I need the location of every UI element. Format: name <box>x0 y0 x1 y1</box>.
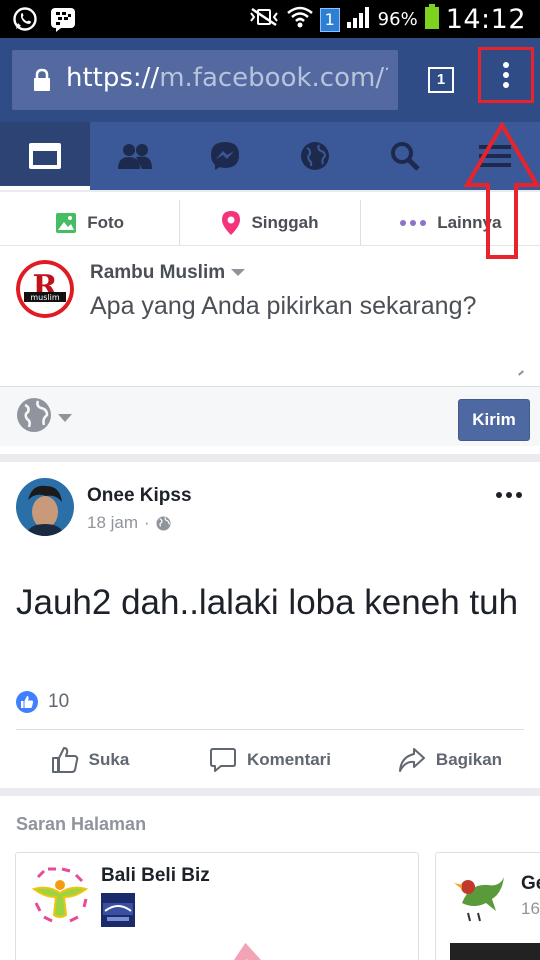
tab-friend-requests[interactable] <box>90 122 180 190</box>
post-time[interactable]: 18 jam <box>87 513 138 533</box>
tab-switcher-button[interactable]: 1 <box>428 67 454 93</box>
page-name[interactable]: Ge <box>521 873 540 895</box>
friends-icon <box>118 144 152 169</box>
search-icon <box>391 142 420 171</box>
comment-label: Komentari <box>246 750 332 769</box>
browser-menu-button[interactable] <box>478 47 534 103</box>
globe-icon <box>301 142 329 170</box>
whatsapp-icon <box>12 6 38 37</box>
more-dots-icon <box>400 219 427 226</box>
reaction-summary[interactable]: 10 <box>16 691 69 713</box>
annotation-arrow <box>464 122 540 259</box>
post-actions: Suka Komentari Bagikan <box>0 732 540 788</box>
comment-icon <box>209 748 236 772</box>
author-avatar[interactable] <box>16 478 74 536</box>
status-input[interactable]: Apa yang Anda pikirkan sekarang? <box>90 292 476 321</box>
cover-fragment <box>450 943 540 960</box>
comment-button[interactable]: Komentari <box>180 732 360 788</box>
composer-footer: Kirim <box>0 386 540 446</box>
page-likes: 16 <box>521 899 540 918</box>
signal-icon <box>346 5 372 34</box>
divider <box>16 729 524 730</box>
thumbs-up-icon <box>51 747 78 773</box>
menu-dot <box>503 62 509 68</box>
tab-news-feed[interactable] <box>0 122 90 190</box>
share-button[interactable]: Bagikan <box>360 732 540 788</box>
composer-actions: Foto Singgah Lainnya <box>0 200 540 246</box>
checkin-button[interactable]: Singgah <box>180 200 361 245</box>
page-suggestions: Saran Halaman Bali Beli Biz G 16 <box>0 796 540 960</box>
page-name[interactable]: Bali Beli Biz <box>101 865 210 887</box>
nfc-vibrate-icon <box>248 5 280 34</box>
globe-icon <box>17 398 51 432</box>
clock: 14:12 <box>445 4 526 35</box>
url-bar[interactable]: https://m.facebook.com/?_rdr <box>12 50 398 110</box>
bbm-icon <box>50 6 76 37</box>
more-dot <box>516 492 522 498</box>
lock-icon <box>32 68 52 97</box>
page-logo <box>448 863 512 927</box>
messenger-icon <box>211 142 239 170</box>
url-rest: m.facebook.com/?_rdr <box>159 63 388 93</box>
privacy-selector[interactable] <box>16 397 52 438</box>
feed-post: Onee Kipss 18 jam · Jauh2 dah..lalaki lo… <box>0 462 540 788</box>
news-feed-icon <box>29 143 61 169</box>
suggestions-title: Saran Halaman <box>16 814 147 834</box>
tab-notifications[interactable] <box>270 122 360 190</box>
menu-dot <box>503 82 509 88</box>
composer: Foto Singgah Lainnya R muslim Rambu Musl… <box>0 192 540 454</box>
photo-button[interactable]: Foto <box>0 200 181 245</box>
composer-user-name[interactable]: Rambu Muslim <box>90 262 246 284</box>
battery-icon <box>424 4 440 35</box>
url-text[interactable]: https://m.facebook.com/?_rdr <box>66 63 388 93</box>
page-thumbnail <box>101 893 135 927</box>
suggested-page-card[interactable]: Ge 16 <box>435 852 540 960</box>
author-name[interactable]: Onee Kipss <box>87 485 192 507</box>
wifi-icon <box>286 5 314 34</box>
like-button[interactable]: Suka <box>0 732 180 788</box>
tab-search[interactable] <box>360 122 450 190</box>
checkin-label: Singgah <box>251 212 319 232</box>
more-dot <box>506 492 512 498</box>
like-reaction-icon <box>16 691 38 713</box>
active-tab-indicator <box>0 186 90 190</box>
page-logo <box>28 863 92 927</box>
menu-dot <box>503 72 509 78</box>
separator-dot: · <box>144 513 150 532</box>
photo-label: Foto <box>87 212 125 232</box>
post-options-button[interactable] <box>496 492 522 498</box>
suggested-page-card[interactable]: Bali Beli Biz <box>15 852 419 960</box>
notification-badge: 1 <box>319 7 340 32</box>
public-globe-icon <box>156 515 171 531</box>
like-count: 10 <box>48 691 70 712</box>
share-label: Bagikan <box>435 750 503 769</box>
post-text: Jauh2 dah..lalaki loba keneh tuh <box>16 583 519 622</box>
post-meta: 18 jam · <box>87 513 171 533</box>
url-scheme: https:// <box>66 63 160 93</box>
battery-percent: 96% <box>377 9 418 30</box>
status-bar: 1 96% 14:12 <box>0 0 540 38</box>
composer-avatar: R muslim <box>16 260 74 318</box>
rambu-muslim-logo: R muslim <box>16 260 74 318</box>
svg-text:muslim: muslim <box>30 293 59 302</box>
resize-handle[interactable] <box>518 370 524 376</box>
photo-icon <box>56 212 77 233</box>
cover-fragment <box>216 941 276 960</box>
caret-down-icon <box>231 269 246 277</box>
chevron-down-icon[interactable] <box>58 414 72 422</box>
user-name-text: Rambu Muslim <box>90 262 226 283</box>
browser-toolbar: https://m.facebook.com/?_rdr 1 <box>0 38 540 122</box>
facebook-nav-bar <box>0 122 540 190</box>
post-button[interactable]: Kirim <box>458 399 530 441</box>
more-dot <box>496 492 502 498</box>
tab-messenger[interactable] <box>180 122 270 190</box>
share-icon <box>398 748 425 772</box>
checkin-icon <box>222 210 241 235</box>
like-label: Suka <box>88 750 130 769</box>
